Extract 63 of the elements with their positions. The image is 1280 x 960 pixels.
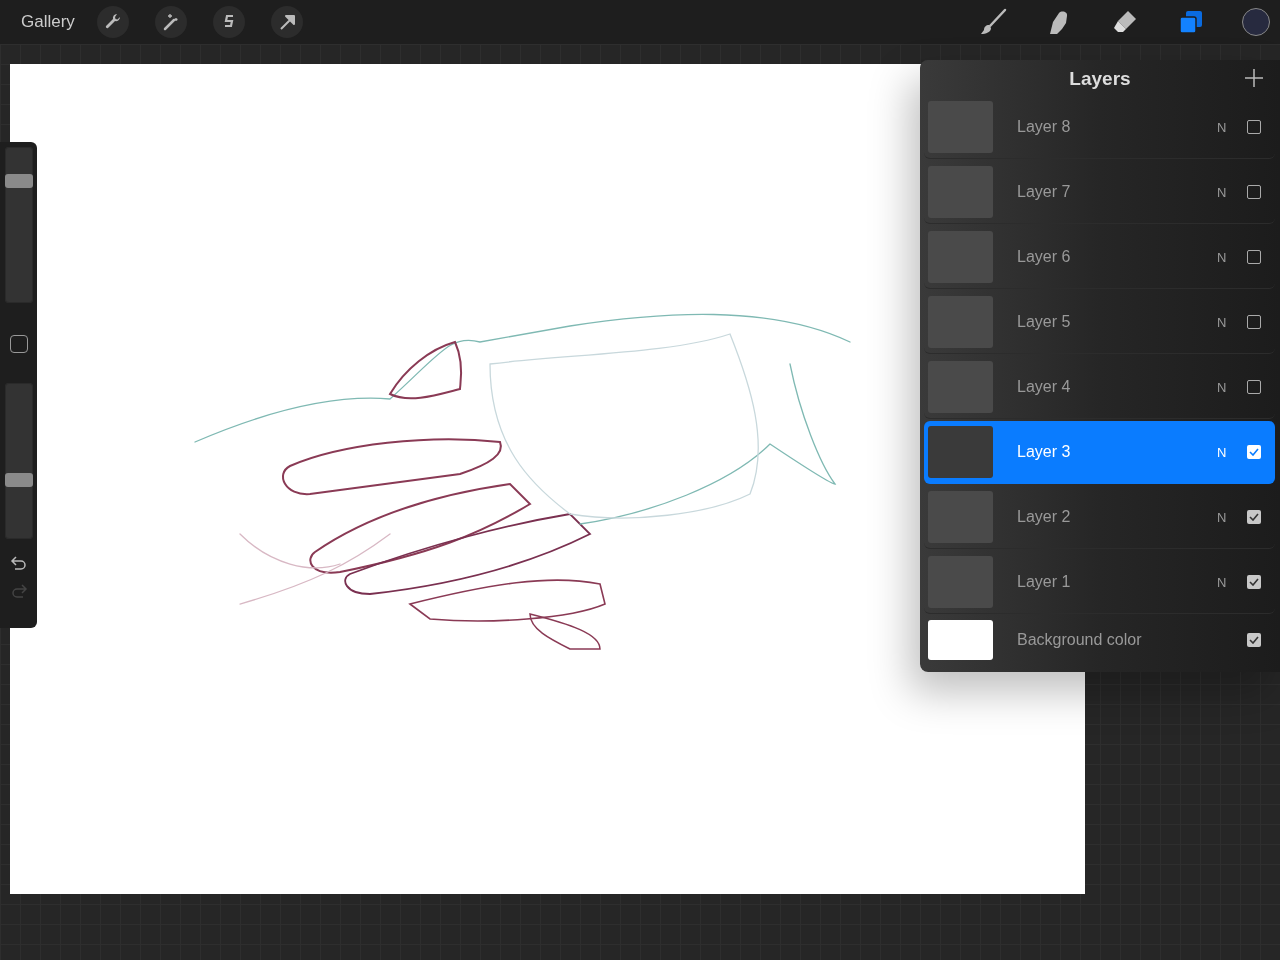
actions-button[interactable] xyxy=(96,6,129,38)
visibility-checkbox[interactable] xyxy=(1247,445,1261,459)
layer-name: Layer 3 xyxy=(1017,443,1072,461)
transform-button[interactable] xyxy=(270,6,303,38)
layer-name: Layer 5 xyxy=(1017,313,1072,331)
layer-name: Layer 8 xyxy=(1017,118,1072,136)
layer-thumbnail xyxy=(928,361,993,413)
adjustments-button[interactable] xyxy=(154,6,187,38)
blend-mode[interactable]: N xyxy=(1217,249,1247,265)
plus-icon xyxy=(1244,68,1264,88)
blend-mode[interactable]: N xyxy=(1217,444,1247,460)
layer-name: Background color xyxy=(1017,631,1143,649)
layer-row[interactable]: Layer 4 N xyxy=(924,356,1275,419)
blend-mode[interactable]: N xyxy=(1217,379,1247,395)
layer-thumbnail xyxy=(928,491,993,543)
blend-mode[interactable]: N xyxy=(1217,314,1247,330)
layer-thumbnail xyxy=(928,426,993,478)
undo-icon xyxy=(10,555,28,571)
brush-size-slider[interactable] xyxy=(5,147,33,303)
layer-thumbnail xyxy=(928,101,993,153)
layer-row[interactable]: Layer 2 N xyxy=(924,486,1275,549)
layer-name: Layer 1 xyxy=(1017,573,1072,591)
undo-button[interactable] xyxy=(10,555,28,571)
slider-handle[interactable] xyxy=(5,472,33,487)
visibility-checkbox[interactable] xyxy=(1247,185,1261,199)
layer-name: Layer 6 xyxy=(1017,248,1072,266)
layer-name: Layer 2 xyxy=(1017,508,1072,526)
background-layer-row[interactable]: Background color xyxy=(924,618,1275,662)
opacity-slider[interactable] xyxy=(5,383,33,539)
layer-name: Layer 4 xyxy=(1017,378,1072,396)
visibility-checkbox[interactable] xyxy=(1247,380,1261,394)
layer-thumbnail xyxy=(928,166,993,218)
blend-mode[interactable]: N xyxy=(1217,574,1247,590)
brush-icon xyxy=(978,7,1008,37)
blend-mode[interactable]: N xyxy=(1217,184,1247,200)
slider-handle[interactable] xyxy=(5,174,33,189)
layer-row[interactable]: Layer 8 N xyxy=(924,96,1275,159)
add-layer-button[interactable] xyxy=(1244,68,1264,88)
visibility-checkbox[interactable] xyxy=(1247,315,1261,329)
brush-button[interactable] xyxy=(978,7,1008,37)
color-swatch[interactable] xyxy=(1242,8,1270,36)
layer-row[interactable]: Layer 6 N xyxy=(924,226,1275,289)
redo-icon xyxy=(10,583,28,599)
layer-thumbnail xyxy=(928,231,993,283)
layer-row[interactable]: Layer 1 N xyxy=(924,551,1275,614)
gallery-button[interactable]: Gallery xyxy=(21,12,75,32)
layer-row[interactable]: Layer 5 N xyxy=(924,291,1275,354)
layer-row[interactable]: Layer 3 N xyxy=(924,421,1275,484)
blend-mode[interactable]: N xyxy=(1217,119,1247,135)
layer-row[interactable]: Layer 7 N xyxy=(924,161,1275,224)
layer-name: Layer 7 xyxy=(1017,183,1072,201)
visibility-checkbox[interactable] xyxy=(1247,575,1261,589)
color-thumbnail xyxy=(928,620,993,660)
visibility-checkbox[interactable] xyxy=(1247,510,1261,524)
blend-mode[interactable]: N xyxy=(1217,509,1247,525)
visibility-checkbox[interactable] xyxy=(1247,250,1261,264)
layer-thumbnail xyxy=(928,296,993,348)
selection-button[interactable] xyxy=(212,6,245,38)
visibility-checkbox[interactable] xyxy=(1247,633,1261,647)
panel-title: Layers xyxy=(1069,68,1131,90)
layer-thumbnail xyxy=(928,556,993,608)
modify-button[interactable] xyxy=(10,335,28,353)
visibility-checkbox[interactable] xyxy=(1247,120,1261,134)
